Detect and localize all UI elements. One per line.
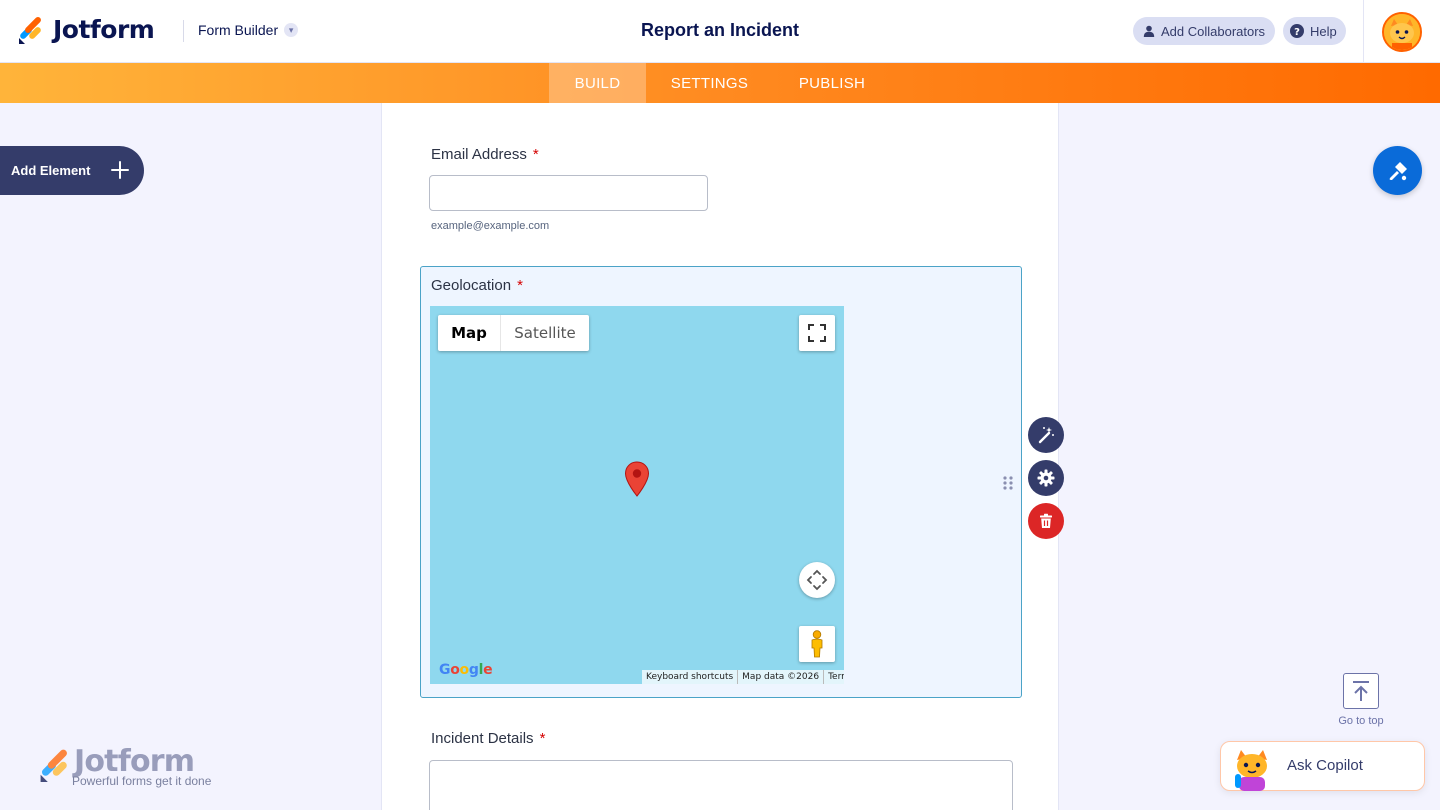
required-mark: * xyxy=(517,277,523,294)
gear-icon xyxy=(1037,469,1055,487)
map-type-toggle: Map Satellite xyxy=(438,315,589,351)
street-view-button[interactable] xyxy=(799,626,835,662)
geolocation-map[interactable]: Map Satellite Google Keyboard shortcuts … xyxy=(430,306,844,684)
magic-wand-icon xyxy=(1038,427,1054,444)
map-type-satellite-button[interactable]: Satellite xyxy=(501,315,589,351)
header-divider xyxy=(183,20,184,42)
delete-field-button[interactable] xyxy=(1028,503,1064,539)
ask-copilot-label: Ask Copilot xyxy=(1287,757,1363,774)
form-builder-label: Form Builder xyxy=(198,22,279,38)
drag-handle-icon[interactable] xyxy=(1002,475,1014,491)
required-mark: * xyxy=(539,730,546,747)
add-element-button[interactable]: Add Element xyxy=(0,146,144,195)
add-collaborators-label: Add Collaborators xyxy=(1161,23,1266,39)
add-collaborators-button[interactable]: Add Collaborators xyxy=(1133,17,1276,45)
map-marker-icon[interactable] xyxy=(624,461,650,497)
help-label: Help xyxy=(1310,23,1337,39)
incident-details-textarea[interactable] xyxy=(429,760,1013,810)
plus-icon xyxy=(111,161,129,179)
svg-text:?: ? xyxy=(1294,27,1300,38)
tab-settings[interactable]: SETTINGS xyxy=(646,63,773,103)
field-wizard-button[interactable] xyxy=(1028,417,1064,453)
map-pan-control[interactable] xyxy=(799,562,835,598)
go-to-top-box xyxy=(1343,673,1379,709)
watermark-tagline: Powerful forms get it done xyxy=(72,774,212,788)
fullscreen-button[interactable] xyxy=(799,315,835,351)
incident-details-label-text: Incident Details xyxy=(431,730,534,747)
jotform-watermark-icon xyxy=(40,749,67,782)
jotform-logo-icon xyxy=(19,17,41,44)
go-to-top-label: Go to top xyxy=(1338,715,1384,727)
jotform-watermark: Jotform Powerful forms get it done xyxy=(38,744,218,790)
copilot-cat-icon xyxy=(1235,750,1267,791)
map-type-map-button[interactable]: Map xyxy=(438,315,501,351)
email-label[interactable]: Email Address * xyxy=(431,146,539,163)
help-button[interactable]: ? Help xyxy=(1283,17,1346,45)
header-separator xyxy=(1363,0,1364,63)
fullscreen-icon xyxy=(808,324,826,342)
terms-link[interactable]: Terms xyxy=(824,670,844,684)
paint-roller-icon xyxy=(1389,161,1407,180)
builder-nav: BUILD SETTINGS PUBLISH xyxy=(0,63,1440,103)
go-to-top-button[interactable]: Go to top xyxy=(1336,673,1386,727)
email-sublabel[interactable]: example@example.com xyxy=(431,220,549,232)
ask-copilot-button[interactable]: Ask Copilot xyxy=(1220,741,1425,791)
geolocation-field[interactable]: Geolocation * Map Satellite Google Keybo… xyxy=(420,266,1022,698)
required-mark: * xyxy=(532,146,539,163)
geolocation-label[interactable]: Geolocation * xyxy=(431,277,523,294)
cat-avatar-icon xyxy=(1384,14,1420,50)
map-footer: Keyboard shortcuts Map data ©2026 Terms xyxy=(642,670,844,684)
trash-icon xyxy=(1040,513,1052,528)
geolocation-label-text: Geolocation xyxy=(431,277,512,294)
tab-build[interactable]: BUILD xyxy=(549,63,646,103)
google-logo: Google xyxy=(439,662,493,678)
pegman-icon xyxy=(811,630,823,658)
user-icon xyxy=(1143,25,1155,37)
keyboard-shortcuts-link[interactable]: Keyboard shortcuts xyxy=(642,670,739,684)
brand-name: Jotform xyxy=(53,14,155,44)
user-avatar[interactable] xyxy=(1382,12,1422,52)
map-data-attribution: Map data ©2026 xyxy=(738,670,825,684)
arrow-up-icon xyxy=(1353,681,1369,701)
help-icon: ? xyxy=(1290,24,1304,38)
form-designer-button[interactable] xyxy=(1373,146,1422,195)
chevron-down-icon: ▾ xyxy=(284,23,299,37)
add-element-label: Add Element xyxy=(11,163,91,178)
field-properties-button[interactable] xyxy=(1028,460,1064,496)
tab-publish[interactable]: PUBLISH xyxy=(773,63,891,103)
form-canvas: Email Address * example@example.com Geolo… xyxy=(381,103,1059,810)
incident-details-label[interactable]: Incident Details * xyxy=(431,730,545,747)
email-input[interactable] xyxy=(429,175,708,211)
form-builder-dropdown[interactable]: Form Builder ▾ xyxy=(198,22,299,38)
move-arrows-icon xyxy=(806,569,828,591)
jotform-logo[interactable]: Jotform xyxy=(17,14,155,44)
email-label-text: Email Address xyxy=(431,146,527,163)
top-header: Jotform Form Builder ▾ Report an Inciden… xyxy=(0,0,1440,63)
